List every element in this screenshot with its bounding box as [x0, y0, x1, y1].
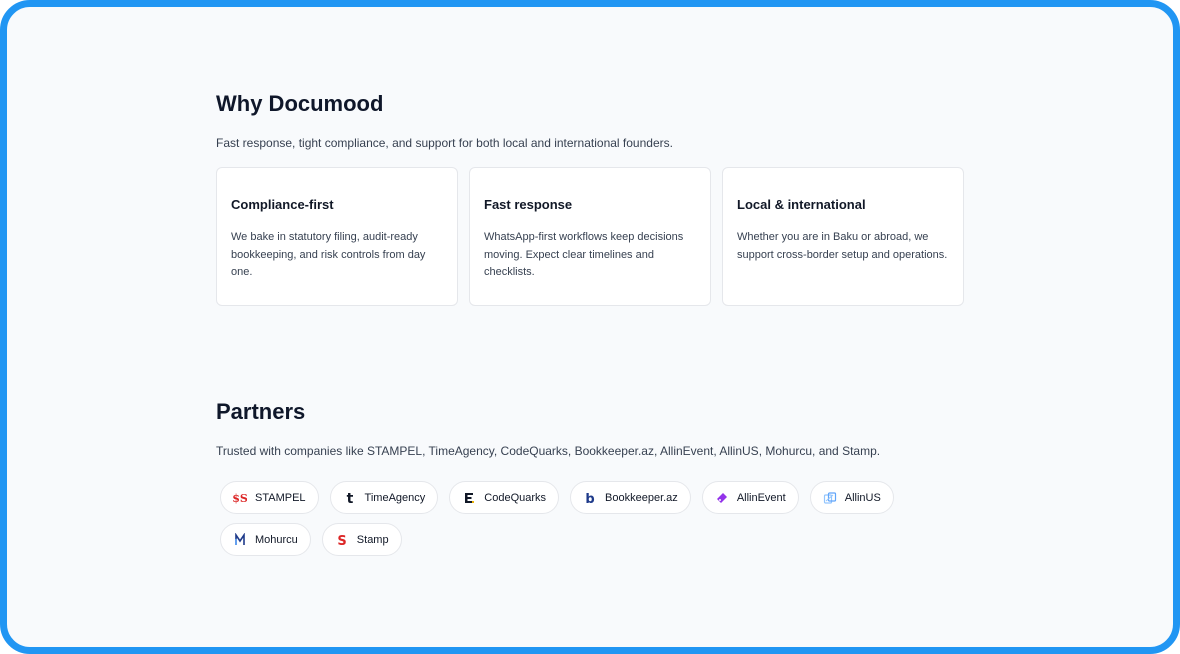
partner-chips: $S STAMPEL t TimeAgency: [220, 481, 920, 556]
feature-card-title: Local & international: [737, 197, 866, 212]
partner-chip-stamp[interactable]: S Stamp: [321, 523, 402, 556]
svg-text:S: S: [337, 534, 346, 547]
feature-card-title: Fast response: [484, 197, 573, 212]
mohurcu-logo-icon: [233, 532, 247, 547]
partner-chip-allinevent[interactable]: AllinEvent: [701, 481, 799, 514]
partner-chip-timeagency[interactable]: t TimeAgency: [329, 481, 439, 514]
feature-card-title: Compliance-first: [231, 197, 334, 212]
partner-chip-label: CodeQuarks: [484, 491, 547, 504]
partner-chip-label: STAMPEL: [255, 491, 306, 504]
svg-text:$S: $S: [233, 492, 247, 505]
feature-card-local-international: Local & international Whether you are in…: [722, 167, 964, 306]
partner-chip-codequarks[interactable]: CodeQuarks: [449, 481, 560, 514]
why-section-subtitle: Fast response, tight compliance, and sup…: [216, 136, 673, 150]
feature-card-body: WhatsApp-first workflows keep decisions …: [484, 231, 684, 278]
partners-section-title: Partners: [216, 399, 306, 424]
allinus-logo-icon: [823, 491, 837, 505]
feature-cards: Compliance-first We bake in statutory fi…: [216, 167, 964, 306]
partners-section-subtitle: Trusted with companies like STAMPEL, Tim…: [216, 444, 881, 458]
svg-text:b: b: [585, 492, 594, 505]
feature-card-compliance: Compliance-first We bake in statutory fi…: [216, 167, 458, 306]
bookkeeper-logo-icon: b: [583, 491, 597, 505]
partner-chip-stampel[interactable]: $S STAMPEL: [220, 481, 319, 514]
partner-chip-bookkeeper[interactable]: b Bookkeeper.az: [570, 481, 691, 514]
feature-card-fast-response: Fast response WhatsApp-first workflows k…: [469, 167, 711, 306]
partner-chip-mohurcu[interactable]: Mohurcu: [220, 523, 311, 556]
partner-chip-label: AllinUS: [844, 491, 881, 504]
partner-chip-label: AllinEvent: [736, 491, 786, 504]
allinevent-logo-icon: [715, 491, 729, 505]
partner-chip-label: Stamp: [356, 533, 389, 546]
partner-chip-label: Bookkeeper.az: [605, 491, 678, 504]
why-section-title: Why Documood: [216, 91, 384, 116]
timeagency-logo-icon: t: [343, 491, 357, 505]
feature-card-body: Whether you are in Baku or abroad, we su…: [737, 231, 948, 261]
stampel-logo-icon: $S: [233, 491, 247, 505]
page-frame: Why Documood Fast response, tight compli…: [0, 0, 1180, 654]
partner-chip-label: TimeAgency: [364, 491, 426, 504]
svg-text:t: t: [346, 491, 353, 505]
partner-chip-label: Mohurcu: [255, 533, 298, 546]
stamp-logo-icon: S: [335, 533, 349, 547]
partner-chip-allinus[interactable]: AllinUS: [809, 481, 894, 514]
codequarks-logo-icon: [462, 491, 476, 505]
feature-card-body: We bake in statutory filing, audit-ready…: [231, 231, 426, 278]
